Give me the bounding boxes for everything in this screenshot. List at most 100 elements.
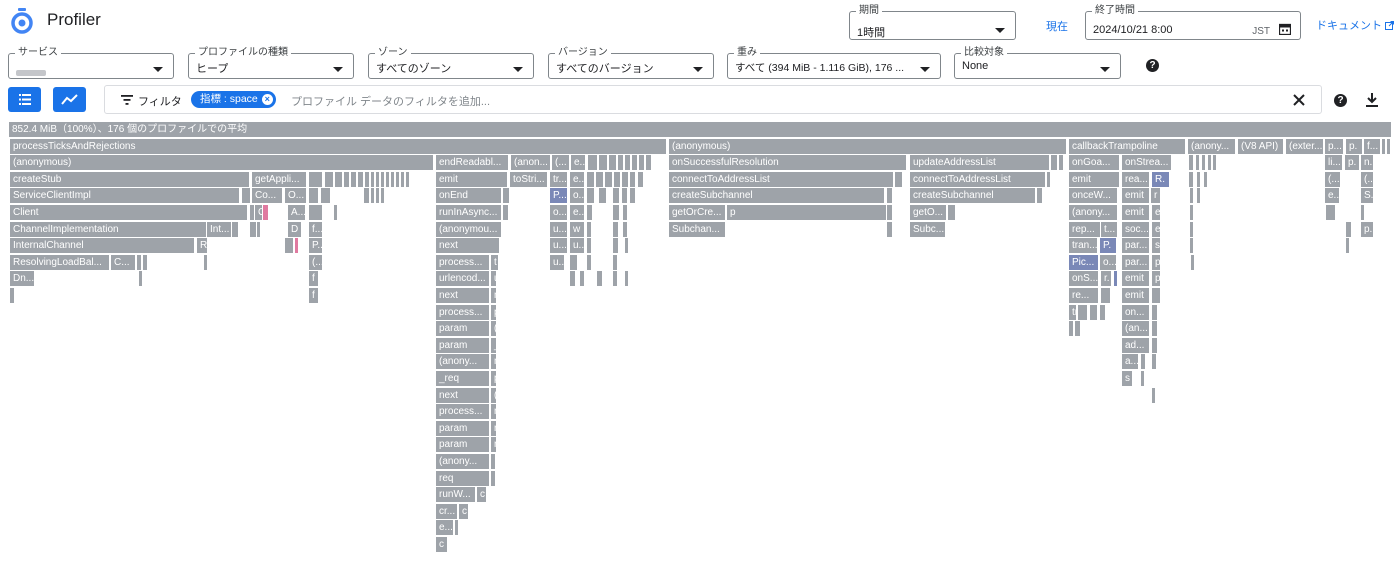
flame-frame[interactable]: ad... [1121,337,1149,353]
flame-frame[interactable]: n. [1360,155,1373,171]
flame-frame[interactable]: p [1151,254,1160,270]
flame-frame[interactable] [569,254,577,270]
flame-frame[interactable]: e [1151,205,1160,220]
flame-frame[interactable]: endReadabl... [435,155,508,171]
flame-frame[interactable] [1046,171,1050,187]
flame-frame[interactable] [284,238,293,254]
flame-frame[interactable] [598,188,606,204]
flame-frame[interactable] [1151,321,1157,337]
flame-frame[interactable] [333,205,337,220]
now-link[interactable]: 現在 [1046,18,1068,34]
flame-frame[interactable]: u [490,271,496,287]
flame-frame[interactable]: R. [1151,171,1169,187]
flame-frame[interactable] [324,171,333,187]
flame-frame[interactable] [569,271,575,287]
flame-frame[interactable]: param [435,437,489,453]
flame-frame[interactable]: connectToAddressList [668,171,893,187]
flame-frame[interactable] [622,205,627,220]
flame-frame[interactable] [612,205,619,220]
flame-frame[interactable]: o... [549,205,567,220]
flame-frame[interactable] [595,171,603,187]
flame-frame[interactable] [1113,271,1117,287]
flame-frame[interactable] [1089,304,1097,320]
flame-frame[interactable]: onS... [1068,271,1098,287]
flame-frame[interactable]: p. [1345,138,1362,154]
flame-frame[interactable]: toStri... [509,171,547,187]
flame-frame[interactable]: updateAddressList [909,155,1049,171]
flame-frame[interactable]: tr... [549,171,567,187]
flame-frame[interactable]: e [1151,221,1160,237]
flame-frame[interactable]: s [1121,371,1132,386]
flame-frame[interactable] [1151,337,1157,353]
flame-frame[interactable]: ( [490,387,496,403]
flame-frame[interactable]: p... [1324,138,1343,154]
flame-frame[interactable]: callbackTrampoline [1068,138,1185,154]
flame-frame[interactable]: runW... [435,487,475,503]
calendar-icon[interactable] [1279,23,1291,35]
flame-frame[interactable]: next [435,387,489,403]
flame-frame[interactable] [598,155,607,171]
flame-frame[interactable]: re... [1068,288,1098,303]
flame-frame[interactable]: f... [308,221,322,237]
flame-frame[interactable]: Dn... [9,271,34,287]
flame-frame[interactable] [405,171,409,187]
flame-frame[interactable] [886,205,892,220]
flame-frame[interactable] [136,254,141,270]
flame-frame[interactable]: (anony... [435,454,489,469]
zone-select[interactable]: ゾーン すべてのゾーン [368,46,534,79]
flame-frame[interactable]: S. [1360,188,1373,204]
flame-frame[interactable]: r [490,437,496,453]
flame-frame[interactable] [596,271,602,287]
flame-frame[interactable]: O... [284,188,306,204]
flame-frame[interactable] [357,171,363,187]
flame-frame[interactable]: ResolvingLoadBal... [9,254,109,270]
flame-frame[interactable] [350,171,356,187]
flame-frame[interactable] [1074,321,1080,337]
flame-frame[interactable] [1151,304,1157,320]
flame-frame[interactable]: t [490,254,498,270]
flame-frame[interactable]: (anonymous) [668,138,1066,154]
flame-frame[interactable]: P... [549,188,567,204]
help-icon[interactable]: ? [1334,94,1347,107]
flame-frame[interactable]: u... [549,221,567,237]
flame-frame[interactable] [586,238,591,254]
flame-frame[interactable]: getO... [909,205,946,220]
flame-frame[interactable] [490,454,495,469]
flame-frame[interactable]: onceW... [1068,188,1117,204]
flame-frame[interactable] [1386,138,1390,154]
flame-frame[interactable] [380,188,384,204]
flame-frame[interactable]: tran... [1068,304,1076,320]
flame-frame[interactable]: emit [1068,171,1119,187]
flame-frame[interactable]: soc... [1121,221,1149,237]
flame-frame[interactable]: InternalChannel [9,238,194,254]
flame-frame[interactable]: e... [570,155,585,171]
flame-frame[interactable] [579,271,584,287]
flame-frame[interactable] [1325,205,1335,220]
flame-frame[interactable]: Co... [251,188,282,204]
flame-frame[interactable] [363,188,369,204]
flame-frame[interactable]: n [490,288,496,303]
end-time-field[interactable]: 終了時間 2024/10/21 8:00 JST [1085,4,1301,40]
weight-select[interactable]: 重み すべて (394 MiB - 1.116 GiB), 176 ... [727,46,941,79]
flame-frame[interactable] [645,155,651,171]
flame-frame[interactable]: (anony... [435,354,489,370]
flame-frame[interactable]: Pic... [1068,254,1098,270]
flame-frame[interactable]: emit [435,171,507,187]
flame-frame[interactable] [364,171,369,187]
flame-frame[interactable] [1190,254,1194,270]
flame-frame[interactable]: createSubchannel [909,188,1035,204]
flame-frame[interactable] [1188,155,1193,171]
flame-frame[interactable] [587,155,597,171]
flame-frame[interactable] [1195,155,1199,171]
flame-frame[interactable]: t... [1100,221,1116,237]
flame-frame[interactable]: _req [435,371,489,386]
flame-graph[interactable]: 852.4 MiB（100%）、176 個のプロファイルでの平均 processT… [8,122,1391,562]
filter-input[interactable]: プロファイル データのフィルタを追加... [291,93,490,109]
flame-frame[interactable] [1196,171,1200,187]
flame-frame[interactable]: c [435,537,447,552]
flame-frame[interactable] [1140,371,1144,386]
flame-frame[interactable]: r [490,404,496,420]
flame-frame[interactable] [629,188,635,204]
flame-frame[interactable]: (... [308,254,322,270]
flame-frame[interactable] [203,254,207,270]
